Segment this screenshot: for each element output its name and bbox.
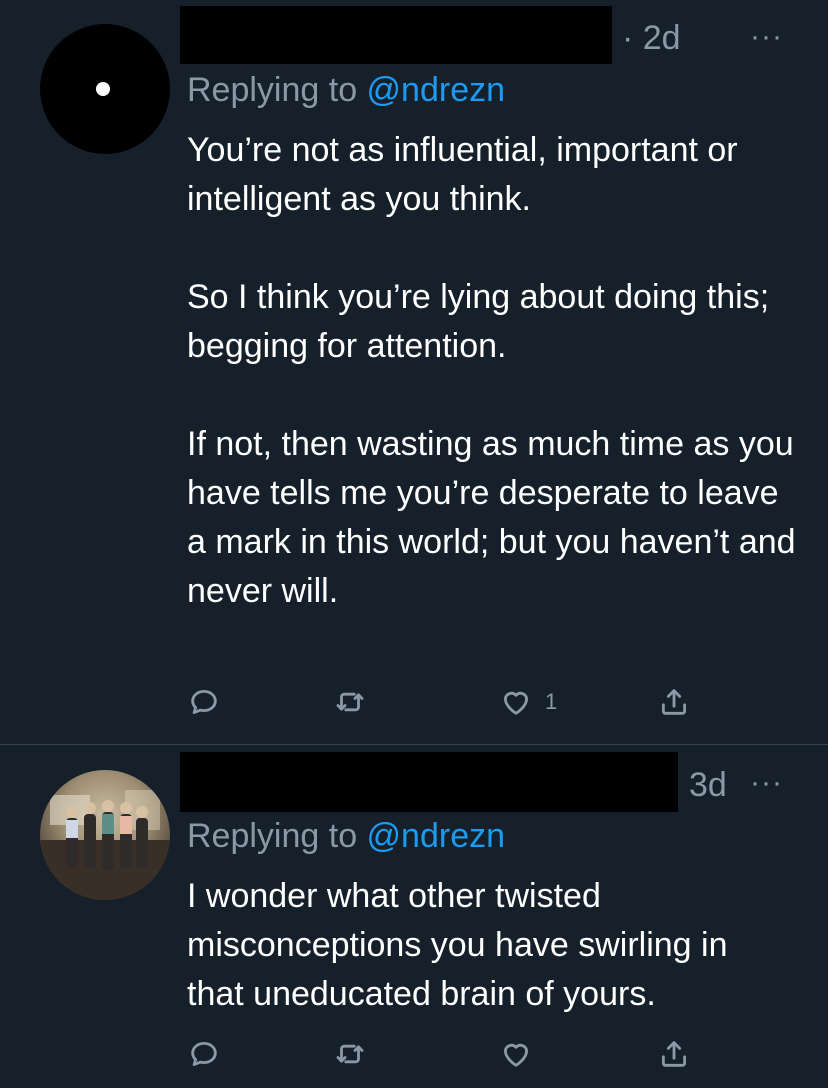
replying-to: Replying to @ndrezn [187, 816, 505, 856]
retweet-icon [336, 692, 364, 712]
tweet-actions [187, 1034, 707, 1074]
replying-to: Replying to @ndrezn [187, 70, 505, 110]
replying-to-label: Replying to [187, 817, 367, 855]
tweet-paragraph: You’re not as influential, important or … [187, 131, 738, 218]
tweet-paragraph: So I think you’re lying about doing this… [187, 278, 770, 365]
replying-to-handle[interactable]: @ndrezn [367, 817, 505, 855]
reply-icon [191, 1041, 217, 1067]
replying-to-label: Replying to [187, 71, 367, 109]
like-button[interactable] [499, 1034, 533, 1074]
share-button[interactable] [657, 1034, 691, 1074]
reply-icon [191, 689, 217, 715]
retweet-icon [336, 1044, 364, 1064]
avatar-photo-image [40, 790, 170, 900]
like-button[interactable]: 1 [499, 682, 557, 722]
reply-button[interactable] [187, 1034, 221, 1074]
tweet-timestamp[interactable]: 3d [689, 765, 727, 805]
tweet-actions: 1 [187, 682, 707, 722]
tweet-paragraph: I wonder what other twisted misconceptio… [187, 877, 728, 1013]
replying-to-handle[interactable]: @ndrezn [367, 71, 505, 109]
redacted-username [180, 752, 678, 812]
avatar[interactable] [40, 770, 170, 900]
like-count: 1 [545, 689, 558, 714]
reply-button[interactable] [187, 682, 221, 722]
more-options-icon[interactable]: ··· [750, 22, 783, 52]
tweet[interactable]: · 2d ··· Replying to @ndrezn You’re not … [0, 0, 828, 744]
heart-icon [503, 691, 529, 715]
tweet-text: I wonder what other twisted misconceptio… [187, 872, 787, 1019]
avatar-dot [96, 82, 110, 96]
retweet-button[interactable] [333, 1034, 367, 1074]
share-icon [661, 1041, 687, 1067]
retweet-button[interactable] [333, 682, 367, 722]
avatar[interactable] [40, 24, 170, 154]
tweet-paragraph: If not, then wasting as much time as you… [187, 425, 796, 610]
heart-icon [503, 1043, 529, 1067]
redacted-username [180, 6, 612, 64]
share-button[interactable] [657, 682, 691, 722]
tweet-timestamp[interactable]: · 2d [622, 18, 681, 58]
more-options-icon[interactable]: ··· [750, 768, 783, 798]
share-icon [661, 689, 687, 715]
tweet-text: You’re not as influential, important or … [187, 126, 797, 616]
